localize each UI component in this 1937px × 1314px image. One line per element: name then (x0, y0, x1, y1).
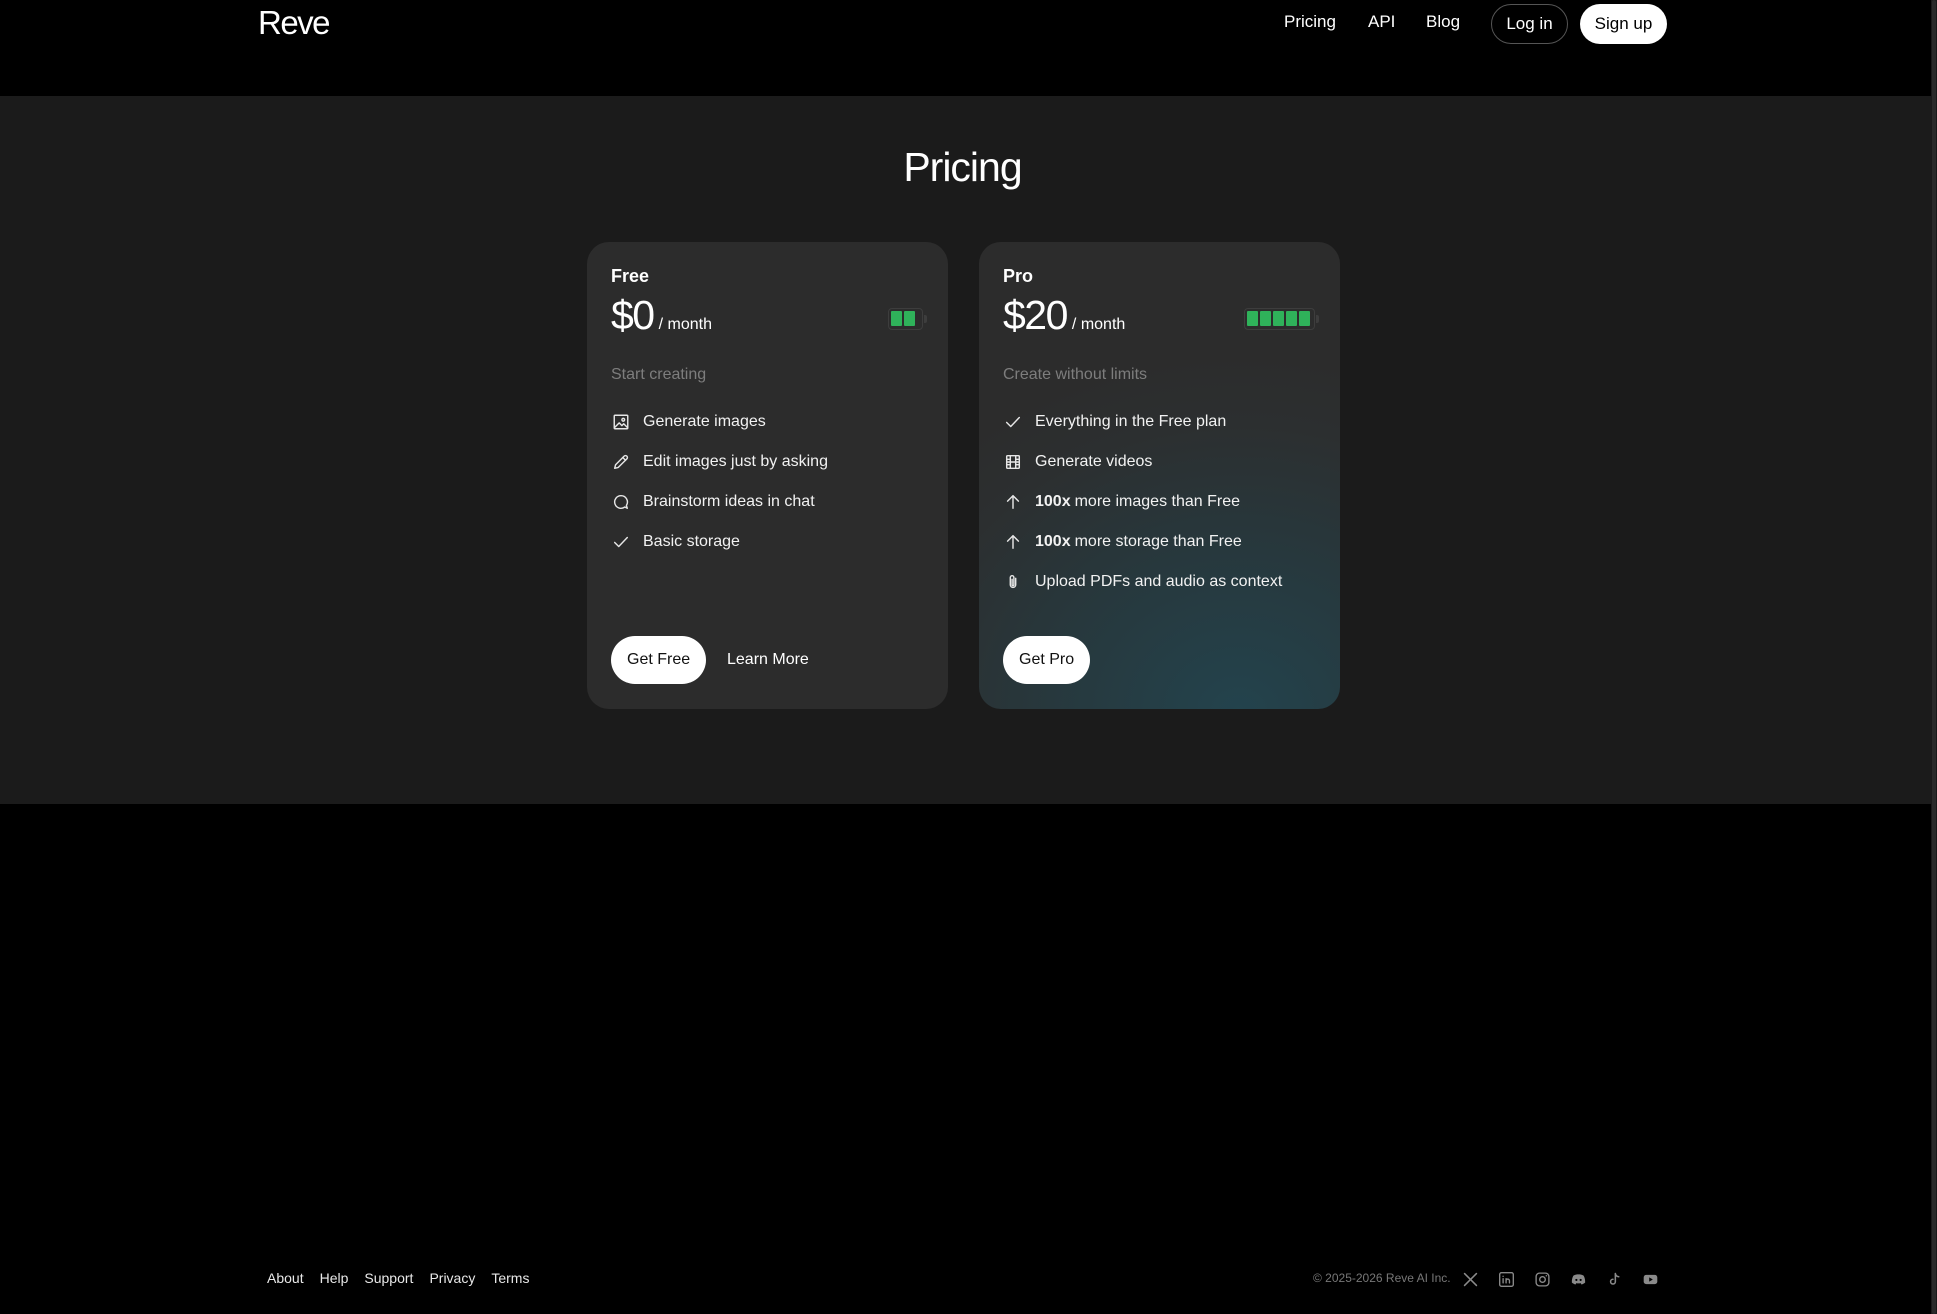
battery-cell (891, 311, 902, 326)
plan-price: $20 (1003, 292, 1068, 338)
tiktok-icon[interactable] (1604, 1269, 1624, 1289)
battery-cell (904, 311, 915, 326)
battery-cell (1286, 311, 1297, 326)
footer-about-link[interactable]: About (267, 1270, 304, 1286)
feature-item: Basic storage (611, 522, 828, 562)
copyright: © 2025-2026 Reve AI Inc. (1313, 1271, 1451, 1285)
footer-privacy-link[interactable]: Privacy (429, 1270, 475, 1286)
footer-terms-link[interactable]: Terms (491, 1270, 529, 1286)
linkedin-icon[interactable] (1496, 1269, 1516, 1289)
feature-multiplier: 100x (1035, 533, 1071, 550)
plan-tagline: Create without limits (1003, 366, 1148, 383)
feature-text: more images than Free (1074, 493, 1240, 510)
plan-price: $0 (611, 292, 655, 338)
plan-card-pro: Pro $20 / month Create without limits Ev… (979, 242, 1340, 709)
feature-text: Generate images (643, 413, 766, 430)
footer-links: About Help Support Privacy Terms (267, 1270, 529, 1286)
image-icon (611, 412, 631, 432)
feature-list: Everything in the Free plan Generate vid… (1003, 402, 1282, 602)
feature-item: Edit images just by asking (611, 442, 828, 482)
instagram-icon[interactable] (1532, 1269, 1552, 1289)
feature-item: Generate videos (1003, 442, 1282, 482)
feature-text: Brainstorm ideas in chat (643, 493, 815, 510)
signup-button[interactable]: Sign up (1580, 4, 1667, 44)
battery-cell (1260, 311, 1271, 326)
chat-icon (611, 492, 631, 512)
feature-item: 100x more images than Free (1003, 482, 1282, 522)
plan-period: / month (658, 316, 712, 333)
feature-text: Generate videos (1035, 453, 1153, 470)
price-row: $0 / month (611, 292, 712, 339)
footer-support-link[interactable]: Support (364, 1270, 413, 1286)
film-icon (1003, 452, 1023, 472)
get-pro-button[interactable]: Get Pro (1003, 636, 1091, 684)
price-row: $20 / month (1003, 292, 1125, 339)
nav-pricing-link[interactable]: Pricing (1284, 12, 1336, 32)
footer-help-link[interactable]: Help (320, 1270, 349, 1286)
scrollbar-thumb[interactable] (1932, 0, 1936, 1314)
site-header: Reve Pricing API Blog Log in Sign up (0, 0, 1937, 96)
discord-icon[interactable] (1568, 1269, 1588, 1289)
check-icon (1003, 412, 1023, 432)
arrow-up-icon (1003, 532, 1023, 552)
page-title: Pricing (903, 144, 1022, 190)
feature-list: Generate images Edit images just by aski… (611, 402, 828, 562)
paperclip-icon (1003, 572, 1023, 592)
nav-blog-link[interactable]: Blog (1426, 12, 1460, 32)
feature-item: Everything in the Free plan (1003, 402, 1282, 442)
plan-card-free: Free $0 / month Start creating Generate … (587, 242, 948, 709)
battery-cell (1299, 311, 1310, 326)
social-links (1460, 1269, 1660, 1289)
plan-period: / month (1071, 316, 1126, 333)
check-icon (611, 532, 631, 552)
battery-cell (1247, 311, 1258, 326)
feature-item: 100x more storage than Free (1003, 522, 1282, 562)
x-icon[interactable] (1460, 1269, 1480, 1289)
feature-item: Brainstorm ideas in chat (611, 482, 828, 522)
feature-item: Generate images (611, 402, 828, 442)
pencil-icon (611, 452, 631, 472)
plan-name: Free (611, 266, 650, 286)
learn-more-link[interactable]: Learn More (727, 636, 809, 684)
battery-cell (1273, 311, 1284, 326)
plan-name: Pro (1003, 266, 1034, 286)
plan-tagline: Start creating (611, 366, 707, 383)
nav-api-link[interactable]: API (1368, 12, 1395, 32)
battery-icon (888, 308, 927, 330)
login-button[interactable]: Log in (1491, 4, 1568, 44)
arrow-up-icon (1003, 492, 1023, 512)
youtube-icon[interactable] (1640, 1269, 1660, 1289)
pricing-section: Pricing Free $0 / month Start creating G… (0, 96, 1931, 804)
battery-icon (1244, 308, 1319, 330)
feature-text: Upload PDFs and audio as context (1035, 573, 1283, 590)
feature-text: Basic storage (643, 533, 740, 550)
get-free-button[interactable]: Get Free (611, 636, 707, 684)
feature-item: Upload PDFs and audio as context (1003, 562, 1282, 602)
feature-multiplier: 100x (1035, 493, 1071, 510)
feature-text: more storage than Free (1074, 533, 1242, 550)
feature-text: Edit images just by asking (643, 453, 828, 470)
reve-logo[interactable]: Reve (258, 4, 331, 42)
feature-text: Everything in the Free plan (1035, 413, 1227, 430)
